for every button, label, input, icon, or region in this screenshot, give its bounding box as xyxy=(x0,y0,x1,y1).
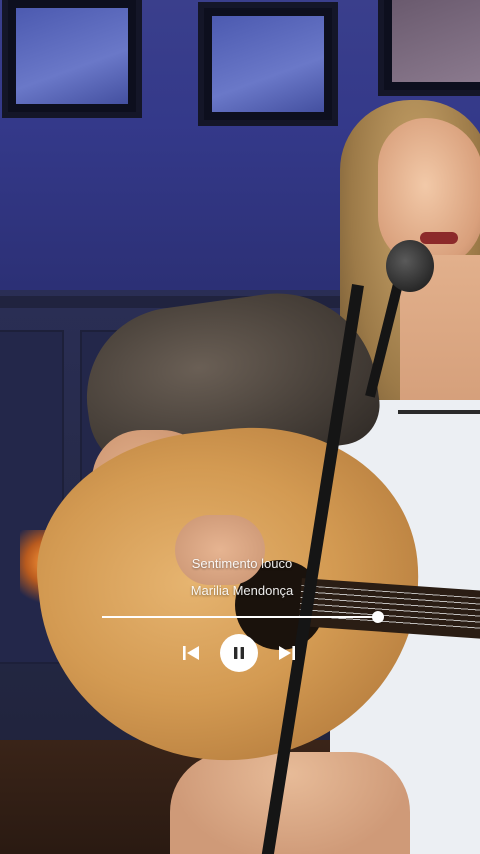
progress-thumb[interactable] xyxy=(372,611,384,623)
track-artist: Marilia Mendonça xyxy=(190,583,294,598)
playback-controls xyxy=(0,634,480,672)
pause-button[interactable] xyxy=(220,634,258,672)
progress-bar[interactable] xyxy=(102,609,384,625)
next-track-button[interactable] xyxy=(274,634,300,672)
skip-next-icon xyxy=(279,646,295,660)
progress-fill xyxy=(102,616,378,618)
media-player-overlay: Sentimento louco Marilia Mendonça xyxy=(0,0,480,854)
skip-previous-icon xyxy=(183,646,199,660)
track-title: Sentimento louco xyxy=(191,556,293,571)
previous-track-button[interactable] xyxy=(178,634,204,672)
pause-icon xyxy=(234,647,244,659)
